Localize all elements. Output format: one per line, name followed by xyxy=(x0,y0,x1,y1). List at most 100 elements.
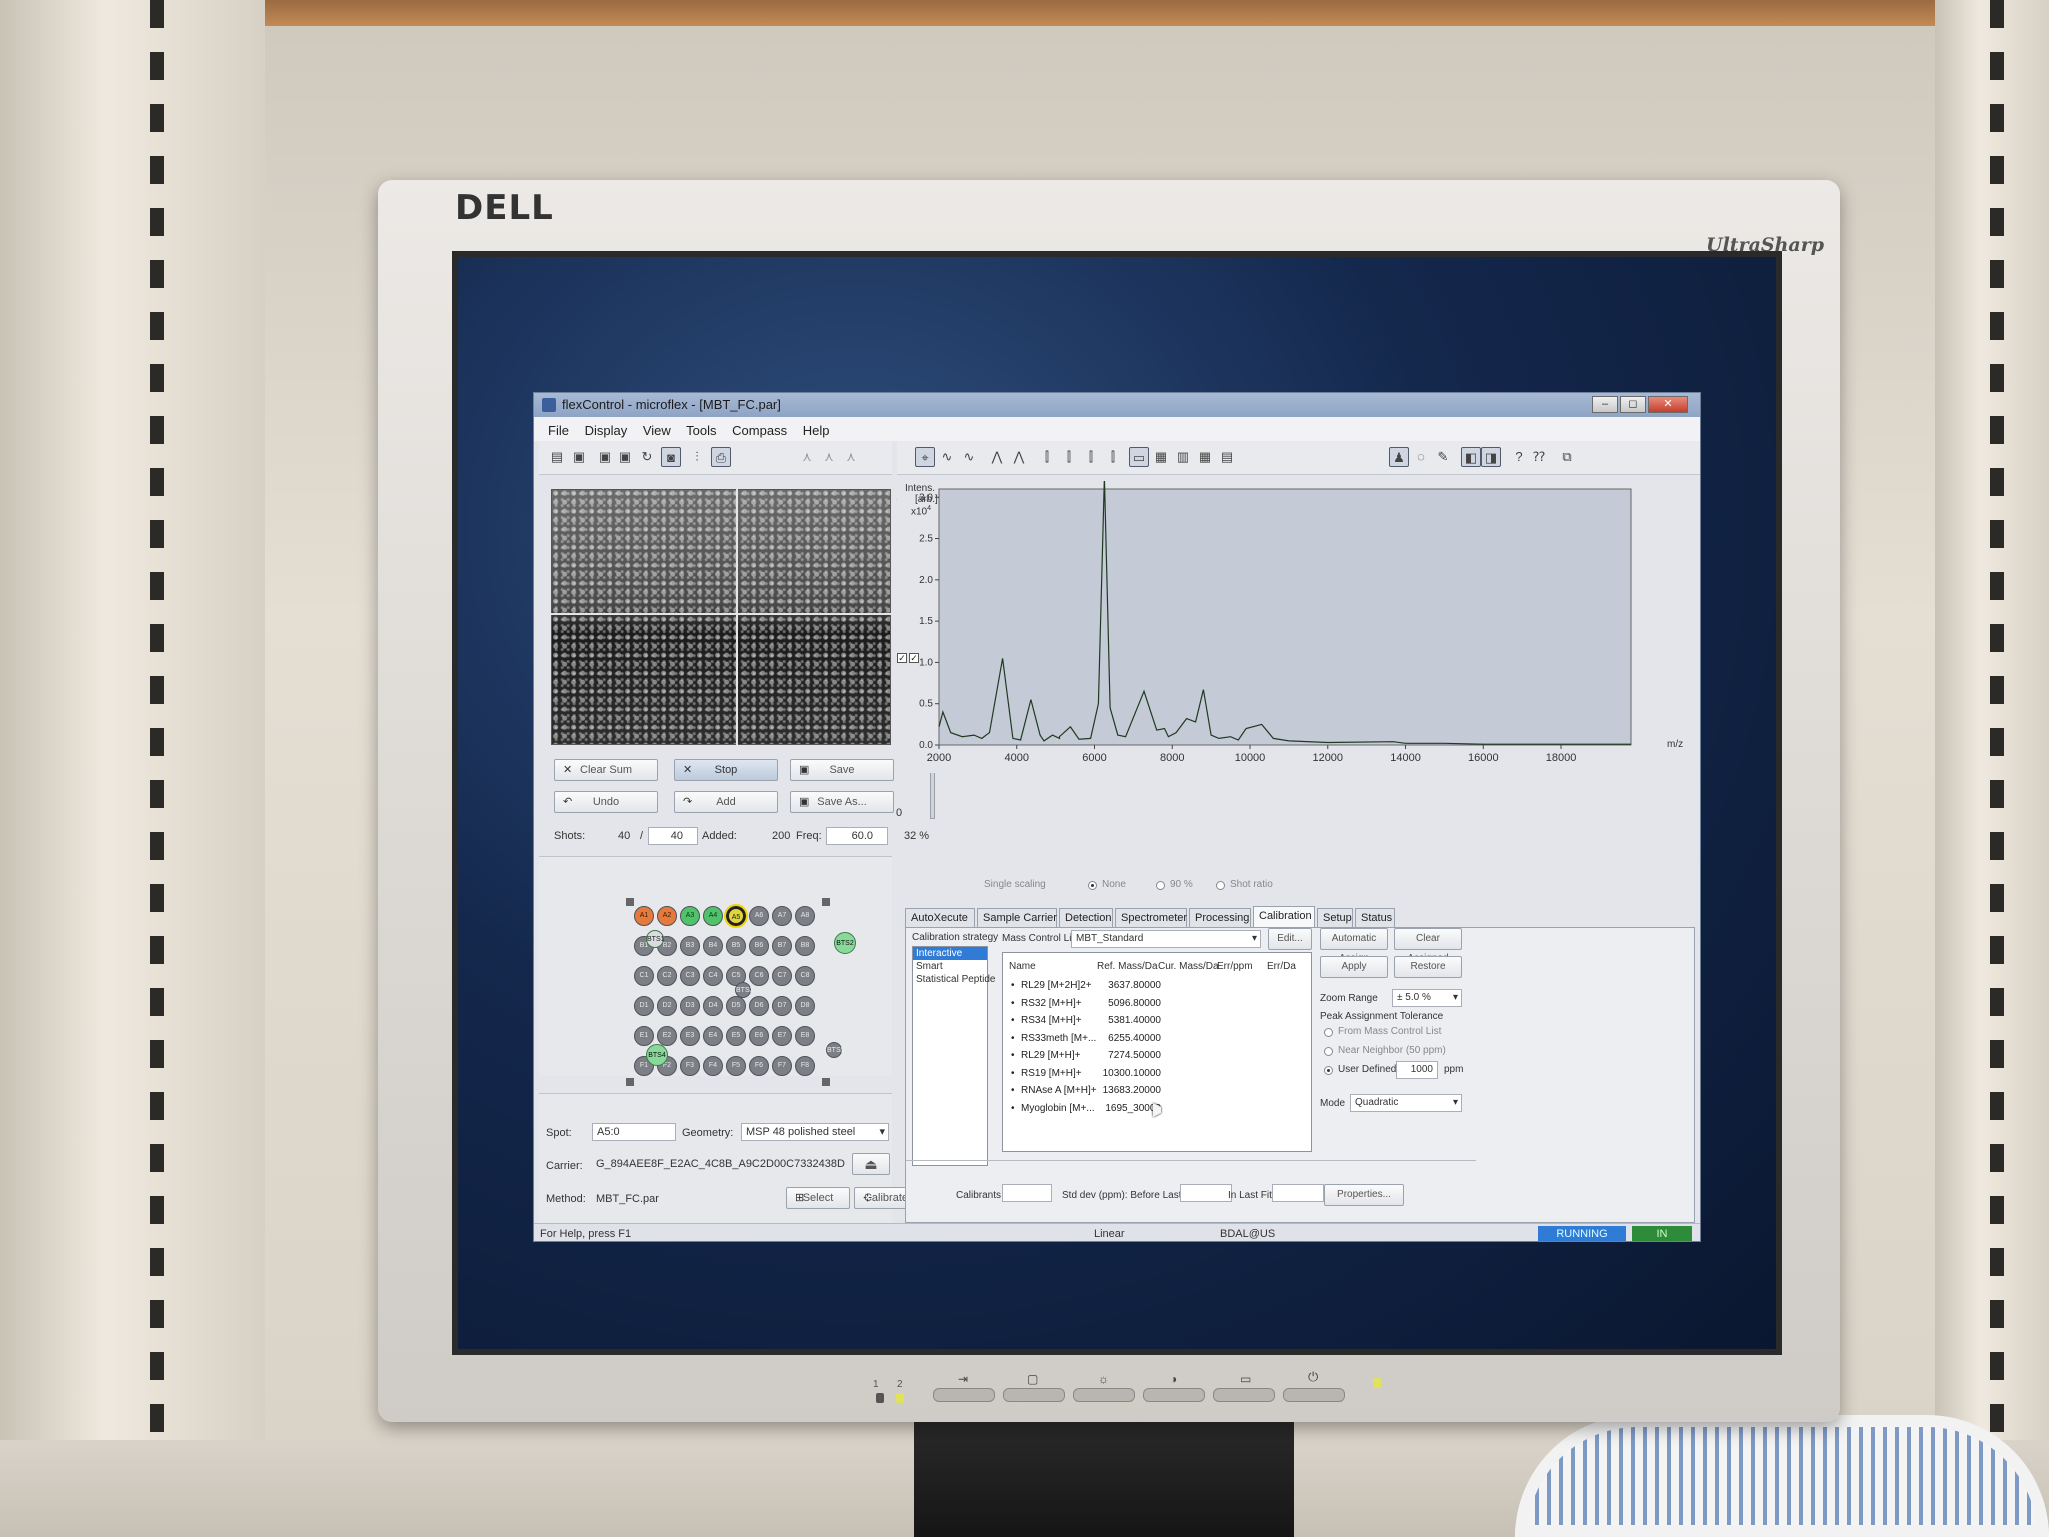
save-spectrum-button[interactable]: ▣ Save xyxy=(790,759,894,781)
well-f4[interactable]: F4 xyxy=(703,1056,723,1076)
tab-spectrometer[interactable]: Spectrometer xyxy=(1115,908,1187,927)
tolerance-neighbor-radio[interactable] xyxy=(1324,1047,1333,1056)
mode-select[interactable]: Quadratic ▾ xyxy=(1350,1094,1462,1112)
geometry-select[interactable]: MSP 48 polished steel ▾ xyxy=(741,1123,889,1141)
strategy-list[interactable]: Interactive Smart Statistical Peptide xyxy=(912,946,996,1166)
clear-sum-button[interactable]: ✕ Clear Sum xyxy=(554,759,658,781)
monitor-button-power[interactable] xyxy=(1283,1388,1345,1402)
well-e2[interactable]: E2 xyxy=(657,1026,677,1046)
well-d2[interactable]: D2 xyxy=(657,996,677,1016)
spectrum-tool-icon-7[interactable]: ⫿ xyxy=(1081,447,1101,467)
spectrum-tool-icon-8[interactable]: ⫿ xyxy=(1103,447,1123,467)
spectrum-tool-icon-6[interactable]: ⫿ xyxy=(1059,447,1079,467)
well-c6[interactable]: C6 xyxy=(749,966,769,986)
automatic-assign-button[interactable]: Automatic Assign xyxy=(1320,928,1388,964)
strategy-statistical-peptide[interactable]: Statistical Peptide xyxy=(913,973,996,986)
refresh-icon[interactable]: ↻ xyxy=(637,447,657,467)
well-c1[interactable]: C1 xyxy=(634,966,654,986)
calibrant-row[interactable]: • RS34 [M+H]+ 5381.40000 xyxy=(1009,1012,1305,1030)
tolerance-user-radio[interactable] xyxy=(1324,1066,1333,1075)
well-c2[interactable]: C2 xyxy=(657,966,677,986)
well-e4[interactable]: E4 xyxy=(703,1026,723,1046)
well-c8[interactable]: C8 xyxy=(795,966,815,986)
calibrant-row[interactable]: • RS32 [M+H]+ 5096.80000 xyxy=(1009,995,1305,1013)
well-c4[interactable]: C4 xyxy=(703,966,723,986)
bts-spot-3[interactable]: BTS3 xyxy=(735,982,754,998)
well-c7[interactable]: C7 xyxy=(772,966,792,986)
monitor-button-input[interactable] xyxy=(933,1388,995,1402)
zoom-icon[interactable]: ⌖ xyxy=(915,447,935,467)
layout-single-icon[interactable]: ▭ xyxy=(1129,447,1149,467)
save-as-button[interactable]: ▣ Save As... xyxy=(790,791,894,813)
well-a6[interactable]: A6 xyxy=(749,906,769,926)
tab-processing[interactable]: Processing xyxy=(1189,908,1251,927)
well-b3[interactable]: B3 xyxy=(680,936,700,956)
well-e8[interactable]: E8 xyxy=(795,1026,815,1046)
well-a2[interactable]: A2 xyxy=(657,906,677,926)
zoom-range-select[interactable]: ± 5.0 % ▾ xyxy=(1392,989,1462,1007)
tab-setup[interactable]: Setup xyxy=(1317,908,1353,927)
spectrum-tool-icon-5[interactable]: ⫿ xyxy=(1037,447,1057,467)
mass-control-list-select[interactable]: MBT_Standard ▾ xyxy=(1071,930,1261,948)
menu-tools[interactable]: Tools xyxy=(686,423,716,438)
well-a1[interactable]: A1 xyxy=(634,906,654,926)
tab-calibration[interactable]: Calibration xyxy=(1253,906,1315,927)
well-d3[interactable]: D3 xyxy=(680,996,700,1016)
spectrum-tool-icon-2[interactable]: ∿ xyxy=(959,447,979,467)
well-f5[interactable]: F5 xyxy=(726,1056,746,1076)
add-button[interactable]: ↷ Add xyxy=(674,791,778,813)
tab-sample-carrier[interactable]: Sample Carrier xyxy=(977,908,1057,927)
properties-button[interactable]: Properties... xyxy=(1324,1184,1404,1206)
menu-compass[interactable]: Compass xyxy=(732,423,787,438)
well-e7[interactable]: E7 xyxy=(772,1026,792,1046)
well-c3[interactable]: C3 xyxy=(680,966,700,986)
spectrum-tool-icon-4[interactable]: ⋀ xyxy=(1009,447,1029,467)
well-d6[interactable]: D6 xyxy=(749,996,769,1016)
well-a3[interactable]: A3 xyxy=(680,906,700,926)
well-a4[interactable]: A4 xyxy=(703,906,723,926)
layout-columns-icon[interactable]: ▥ xyxy=(1173,447,1193,467)
save-icon[interactable]: ▣ xyxy=(569,447,589,467)
shots-total-input[interactable]: 40 xyxy=(648,827,698,845)
context-help-icon[interactable]: ⁇ xyxy=(1529,447,1549,467)
well-d8[interactable]: D8 xyxy=(795,996,815,1016)
well-d1[interactable]: D1 xyxy=(634,996,654,1016)
monitor-button-down[interactable] xyxy=(1143,1388,1205,1402)
freq-input[interactable]: 60.0 xyxy=(826,827,888,845)
menu-display[interactable]: Display xyxy=(585,423,628,438)
tab-autoxecute[interactable]: AutoXecute xyxy=(905,908,975,927)
apply-button[interactable]: Apply xyxy=(1320,956,1388,978)
well-b7[interactable]: B7 xyxy=(772,936,792,956)
close-button[interactable]: ✕ xyxy=(1648,396,1688,413)
calibrant-row[interactable]: • RL29 [M+H]+ 7274.50000 xyxy=(1009,1047,1305,1065)
stop-button[interactable]: ✕ Stop xyxy=(674,759,778,781)
well-f3[interactable]: F3 xyxy=(680,1056,700,1076)
eject-button[interactable]: ⏏ xyxy=(852,1153,890,1175)
acquire-icon[interactable]: ⫶ xyxy=(687,447,707,467)
sample-camera-view[interactable] xyxy=(551,489,891,745)
tab-status[interactable]: Status xyxy=(1355,908,1395,927)
well-d4[interactable]: D4 xyxy=(703,996,723,1016)
peak-icon-2[interactable]: ⋏ xyxy=(819,447,839,467)
window-right-icon[interactable]: ◨ xyxy=(1481,447,1501,467)
well-a8[interactable]: A8 xyxy=(795,906,815,926)
monitor-button-menu[interactable] xyxy=(1003,1388,1065,1402)
scaling-shot-ratio-radio[interactable] xyxy=(1216,881,1225,890)
bts-spot-5[interactable]: BTS5 xyxy=(826,1042,845,1058)
well-b8[interactable]: B8 xyxy=(795,936,815,956)
scaling-90-radio[interactable] xyxy=(1156,881,1165,890)
well-e5[interactable]: E5 xyxy=(726,1026,746,1046)
layout-quad-icon[interactable]: ▦ xyxy=(1195,447,1215,467)
monitor-button-up[interactable] xyxy=(1073,1388,1135,1402)
well-f6[interactable]: F6 xyxy=(749,1056,769,1076)
show-spectrum-checkbox-1[interactable]: ✓ xyxy=(897,653,907,663)
edit-icon[interactable]: ✎ xyxy=(1433,447,1453,467)
bts-spot-1[interactable]: BTS1 xyxy=(646,930,665,948)
well-a5[interactable]: A5 xyxy=(724,904,748,928)
strategy-smart[interactable]: Smart xyxy=(913,960,987,973)
tolerance-ppm-input[interactable]: 1000 xyxy=(1396,1061,1438,1079)
monitor-button-exit[interactable] xyxy=(1213,1388,1275,1402)
peak-icon-3[interactable]: ⋏ xyxy=(841,447,861,467)
well-f8[interactable]: F8 xyxy=(795,1056,815,1076)
well-e6[interactable]: E6 xyxy=(749,1026,769,1046)
